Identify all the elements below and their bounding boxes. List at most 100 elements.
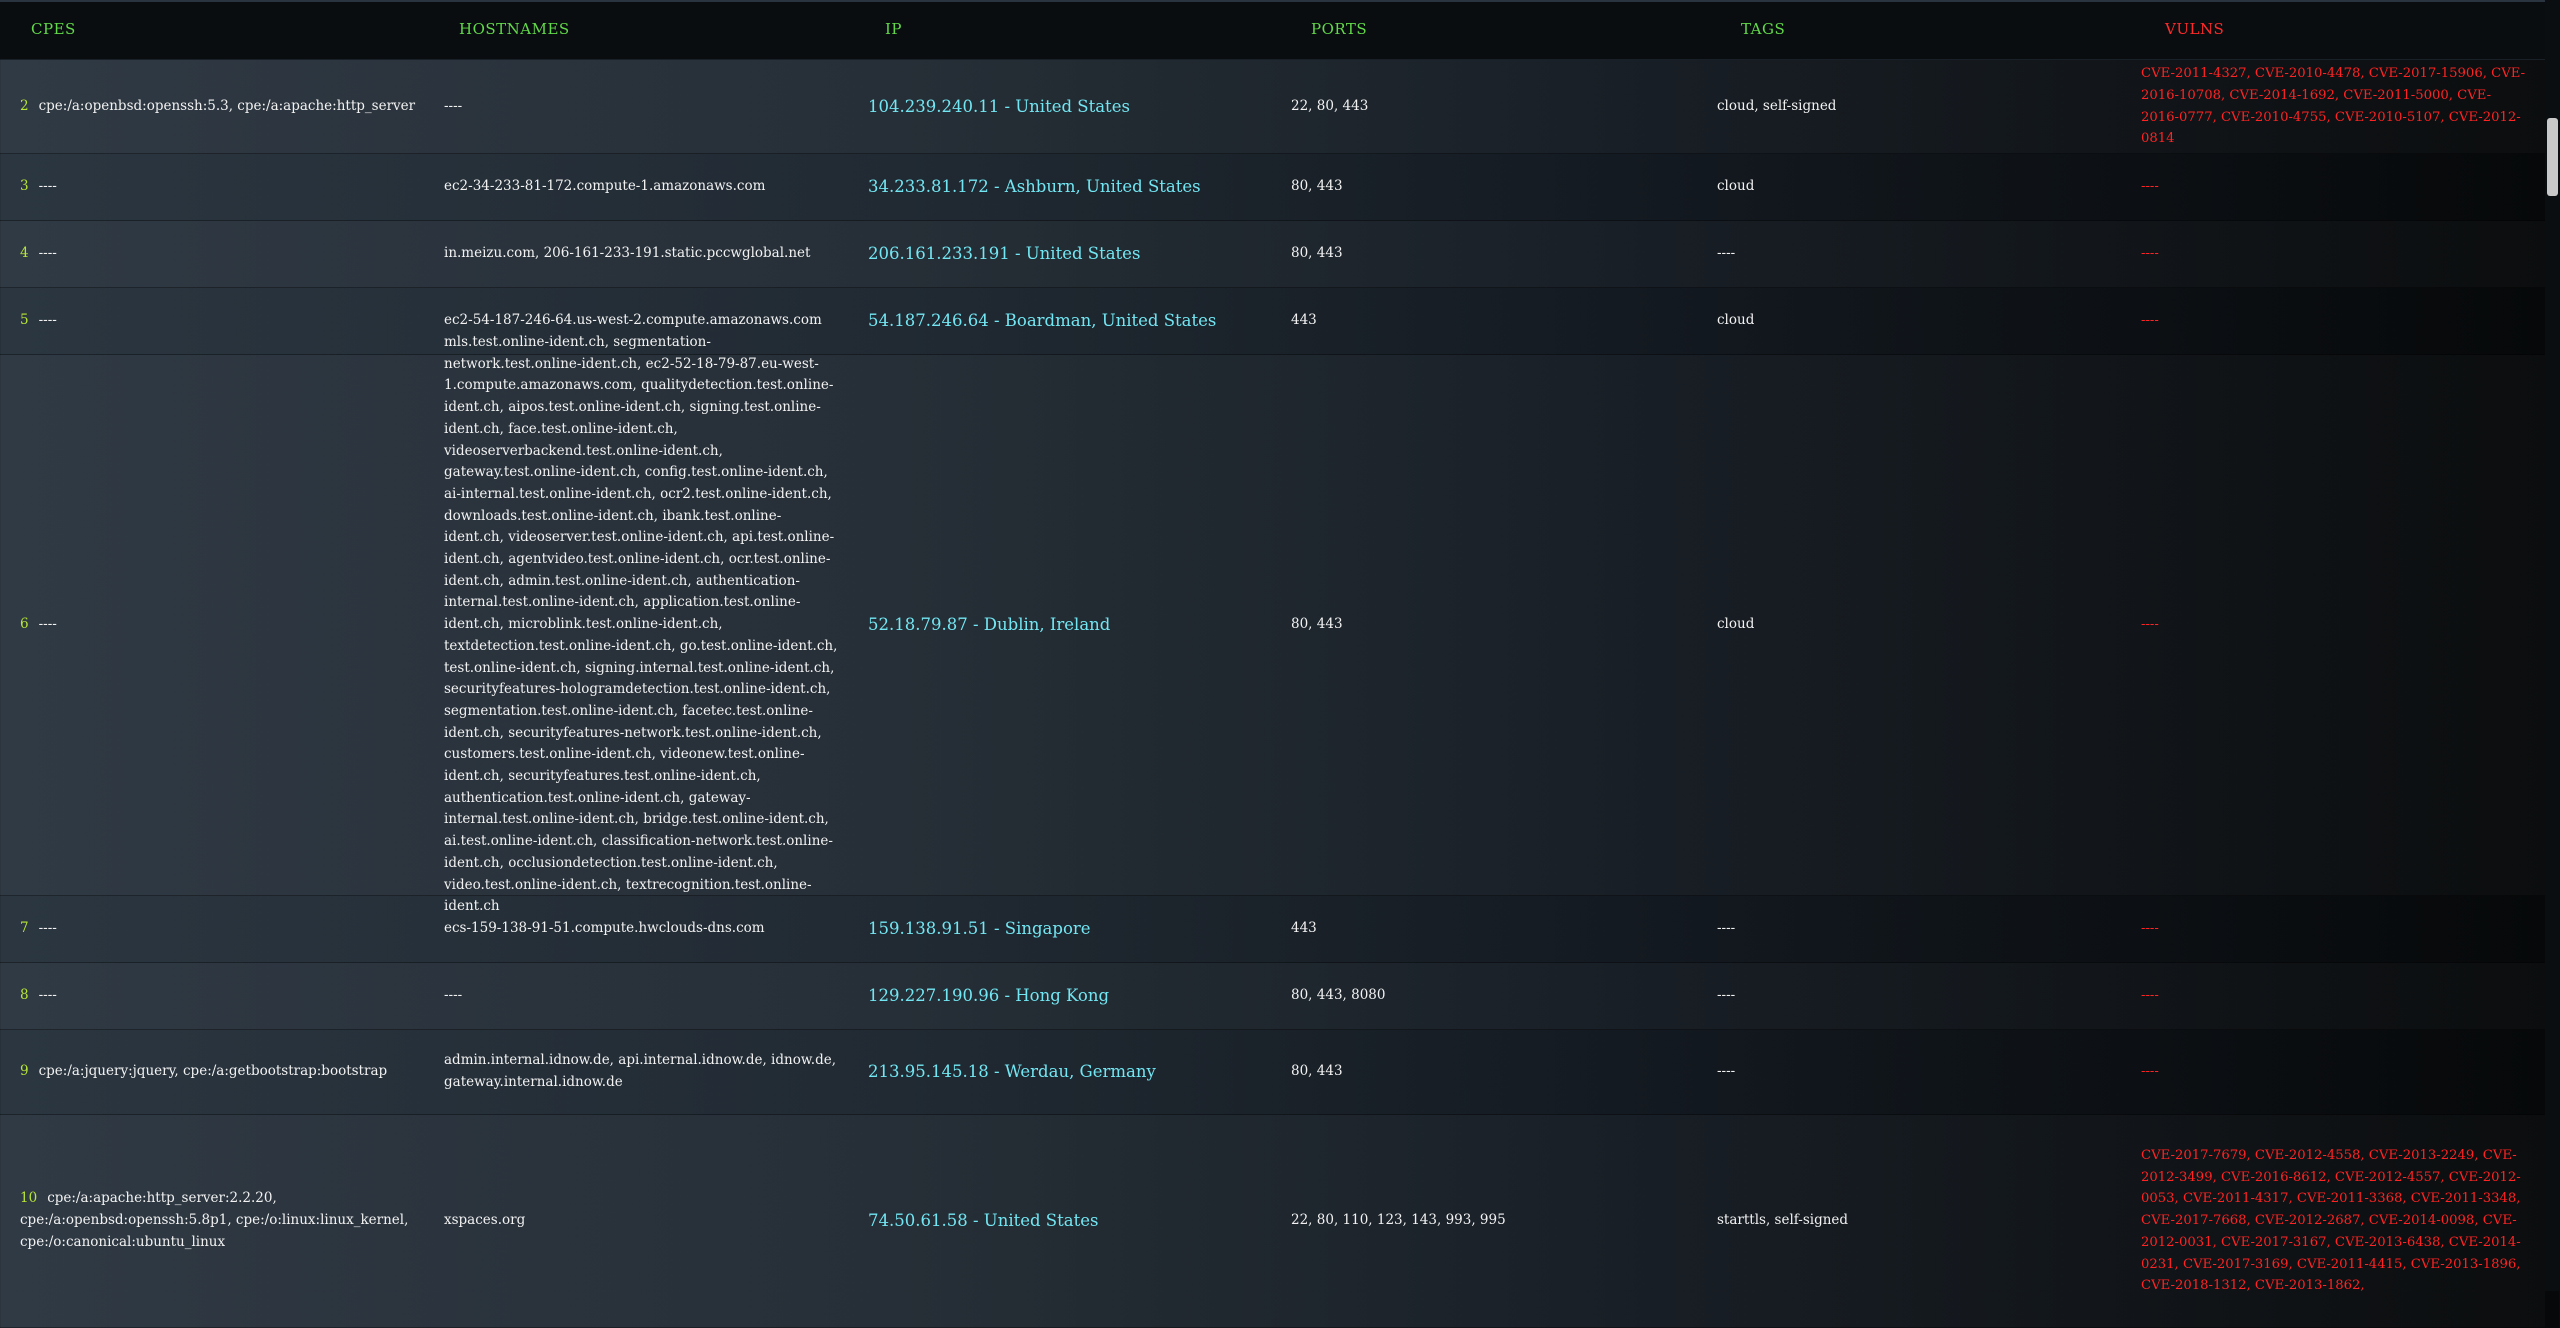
header-vulns[interactable]: VULNS bbox=[2165, 20, 2224, 38]
ip-value[interactable]: 104.239.240.11 - United States bbox=[868, 96, 1130, 118]
cpes-cell: 10 cpe:/a:apache:http_server:2.2.20, cpe:… bbox=[20, 1115, 420, 1327]
ip-value[interactable]: 34.233.81.172 - Ashburn, United States bbox=[868, 176, 1201, 198]
cpes-cell: 8 ---- bbox=[20, 963, 420, 1029]
tags-value: ---- bbox=[1717, 920, 1736, 937]
vulns-cell: ---- bbox=[2141, 963, 2526, 1029]
tags-cell: ---- bbox=[1717, 1030, 2097, 1114]
ip-value[interactable]: 206.161.233.191 - United States bbox=[868, 243, 1140, 265]
hostnames-cell: admin.internal.idnow.de, api.internal.id… bbox=[444, 1030, 839, 1114]
header-ip[interactable]: IP bbox=[885, 20, 902, 38]
ports-cell: 22, 80, 110, 123, 143, 993, 995 bbox=[1291, 1115, 1671, 1327]
ip-value[interactable]: 74.50.61.58 - United States bbox=[868, 1210, 1098, 1232]
vulns-value: ---- bbox=[2141, 1064, 2159, 1080]
ports-value: 80, 443 bbox=[1291, 245, 1343, 262]
ip-cell[interactable]: 34.233.81.172 - Ashburn, United States bbox=[868, 154, 1268, 220]
vertical-scrollbar[interactable] bbox=[2545, 0, 2560, 1291]
ports-cell: 80, 443, 8080 bbox=[1291, 963, 1671, 1029]
hostnames-cell: ---- bbox=[444, 60, 839, 153]
hostnames-cell: xspaces.org bbox=[444, 1115, 839, 1327]
vulns-cell: ---- bbox=[2141, 355, 2526, 895]
hostnames-cell: ---- bbox=[444, 963, 839, 1029]
table-row[interactable]: 9 cpe:/a:jquery:jquery, cpe:/a:getbootstr… bbox=[0, 1030, 2545, 1115]
ip-value[interactable]: 52.18.79.87 - Dublin, Ireland bbox=[868, 614, 1110, 636]
table-row[interactable]: 7 ---- ecs-159-138-91-51.compute.hwclouds… bbox=[0, 896, 2545, 963]
vulns-cell: ---- bbox=[2141, 288, 2526, 354]
cpes-cell: 5 ---- bbox=[20, 288, 420, 354]
table-row[interactable]: 4 ---- in.meizu.com, 206-161-233-191.stat… bbox=[0, 221, 2545, 288]
tags-cell: cloud bbox=[1717, 154, 2097, 220]
ip-cell[interactable]: 54.187.246.64 - Boardman, United States bbox=[868, 288, 1268, 354]
cpes-cell: 3 ---- bbox=[20, 154, 420, 220]
hostnames-value: ---- bbox=[444, 987, 463, 1004]
cpes-cell: 7 ---- bbox=[20, 896, 420, 962]
ip-value[interactable]: 129.227.190.96 - Hong Kong bbox=[868, 985, 1109, 1007]
tags-value: cloud, self-signed bbox=[1717, 97, 1837, 114]
header-cpes[interactable]: CPES bbox=[31, 20, 76, 38]
row-number: 9 bbox=[20, 1063, 29, 1080]
ports-cell: 80, 443 bbox=[1291, 355, 1671, 895]
ip-value[interactable]: 213.95.145.18 - Werdau, Germany bbox=[868, 1061, 1156, 1083]
table-row[interactable]: 2 cpe:/a:openbsd:openssh:5.3, cpe:/a:apac… bbox=[0, 60, 2545, 154]
cpes-value: ---- bbox=[38, 312, 57, 329]
table-row[interactable]: 5 ---- ec2-54-187-246-64.us-west-2.comput… bbox=[0, 288, 2545, 355]
vulns-value: CVE-2011-4327, CVE-2010-4478, CVE-2017-1… bbox=[2141, 66, 2526, 147]
cpes-value: ---- bbox=[38, 245, 57, 262]
hostnames-value: in.meizu.com, 206-161-233-191.static.pcc… bbox=[444, 245, 811, 262]
table-row[interactable]: 10 cpe:/a:apache:http_server:2.2.20, cpe:… bbox=[0, 1115, 2545, 1328]
vulns-value: CVE-2017-7679, CVE-2012-4558, CVE-2013-2… bbox=[2141, 1148, 2521, 1294]
cpes-cell: 2 cpe:/a:openbsd:openssh:5.3, cpe:/a:apac… bbox=[20, 60, 420, 153]
tags-cell: cloud, self-signed bbox=[1717, 60, 2097, 153]
cpes-value: cpe:/a:openbsd:openssh:5.3, cpe:/a:apach… bbox=[38, 97, 416, 114]
ip-value[interactable]: 159.138.91.51 - Singapore bbox=[868, 918, 1091, 940]
ip-cell[interactable]: 52.18.79.87 - Dublin, Ireland bbox=[868, 355, 1268, 895]
ip-cell[interactable]: 213.95.145.18 - Werdau, Germany bbox=[868, 1030, 1268, 1114]
ip-cell[interactable]: 104.239.240.11 - United States bbox=[868, 60, 1268, 153]
row-number: 2 bbox=[20, 97, 29, 114]
cpes-value: cpe:/a:jquery:jquery, cpe:/a:getbootstra… bbox=[38, 1063, 388, 1080]
row-number: 7 bbox=[20, 920, 29, 937]
vulns-cell: ---- bbox=[2141, 896, 2526, 962]
vulns-value: ---- bbox=[2141, 246, 2159, 262]
row-number: 10 bbox=[20, 1190, 38, 1207]
ports-cell: 443 bbox=[1291, 896, 1671, 962]
header-tags[interactable]: TAGS bbox=[1741, 20, 1785, 38]
vulns-cell: CVE-2017-7679, CVE-2012-4558, CVE-2013-2… bbox=[2141, 1115, 2526, 1327]
ports-value: 80, 443 bbox=[1291, 178, 1343, 195]
hostnames-value: ---- bbox=[444, 97, 463, 114]
ip-cell[interactable]: 159.138.91.51 - Singapore bbox=[868, 896, 1268, 962]
tags-value: cloud bbox=[1717, 616, 1755, 633]
ports-cell: 80, 443 bbox=[1291, 154, 1671, 220]
ip-value[interactable]: 54.187.246.64 - Boardman, United States bbox=[868, 310, 1216, 332]
scrollbar-thumb[interactable] bbox=[2547, 118, 2558, 196]
hostnames-value: ecs-159-138-91-51.compute.hwclouds-dns.c… bbox=[444, 920, 765, 937]
hostnames-cell: ecs-159-138-91-51.compute.hwclouds-dns.c… bbox=[444, 896, 839, 962]
cpes-cell: 6 ---- bbox=[20, 355, 420, 895]
vulns-value: ---- bbox=[2141, 313, 2159, 329]
ip-cell[interactable]: 129.227.190.96 - Hong Kong bbox=[868, 963, 1268, 1029]
hostnames-value: admin.internal.idnow.de, api.internal.id… bbox=[444, 1052, 836, 1090]
tags-value: ---- bbox=[1717, 245, 1736, 262]
tags-cell: ---- bbox=[1717, 896, 2097, 962]
hostnames-cell: in.meizu.com, 206-161-233-191.static.pcc… bbox=[444, 221, 839, 287]
ip-cell[interactable]: 74.50.61.58 - United States bbox=[868, 1115, 1268, 1327]
hostnames-cell: mls.test.online-ident.ch, segmentation-n… bbox=[444, 334, 839, 914]
table-row[interactable]: 3 ---- ec2-34-233-81-172.compute-1.amazon… bbox=[0, 154, 2545, 221]
ports-value: 22, 80, 443 bbox=[1291, 97, 1369, 114]
header-ports[interactable]: PORTS bbox=[1311, 20, 1367, 38]
vulns-cell: ---- bbox=[2141, 1030, 2526, 1114]
table-row[interactable]: 8 ---- ---- 129.227.190.96 - Hong Kong 80… bbox=[0, 963, 2545, 1030]
ip-cell[interactable]: 206.161.233.191 - United States bbox=[868, 221, 1268, 287]
table-header: CPES HOSTNAMES IP PORTS TAGS VULNS bbox=[0, 0, 2545, 60]
cpes-cell: 4 ---- bbox=[20, 221, 420, 287]
tags-cell: ---- bbox=[1717, 221, 2097, 287]
vulns-value: ---- bbox=[2141, 988, 2159, 1004]
ports-cell: 80, 443 bbox=[1291, 221, 1671, 287]
row-number: 8 bbox=[20, 987, 29, 1004]
tags-cell: ---- bbox=[1717, 963, 2097, 1029]
vulns-value: ---- bbox=[2141, 179, 2159, 195]
header-hostnames[interactable]: HOSTNAMES bbox=[459, 20, 570, 38]
table-row[interactable]: 6 ---- mls.test.online-ident.ch, segmenta… bbox=[0, 334, 2545, 914]
hostnames-cell: ec2-34-233-81-172.compute-1.amazonaws.co… bbox=[444, 154, 839, 220]
ports-cell: 80, 443 bbox=[1291, 1030, 1671, 1114]
tags-cell: cloud bbox=[1717, 288, 2097, 354]
